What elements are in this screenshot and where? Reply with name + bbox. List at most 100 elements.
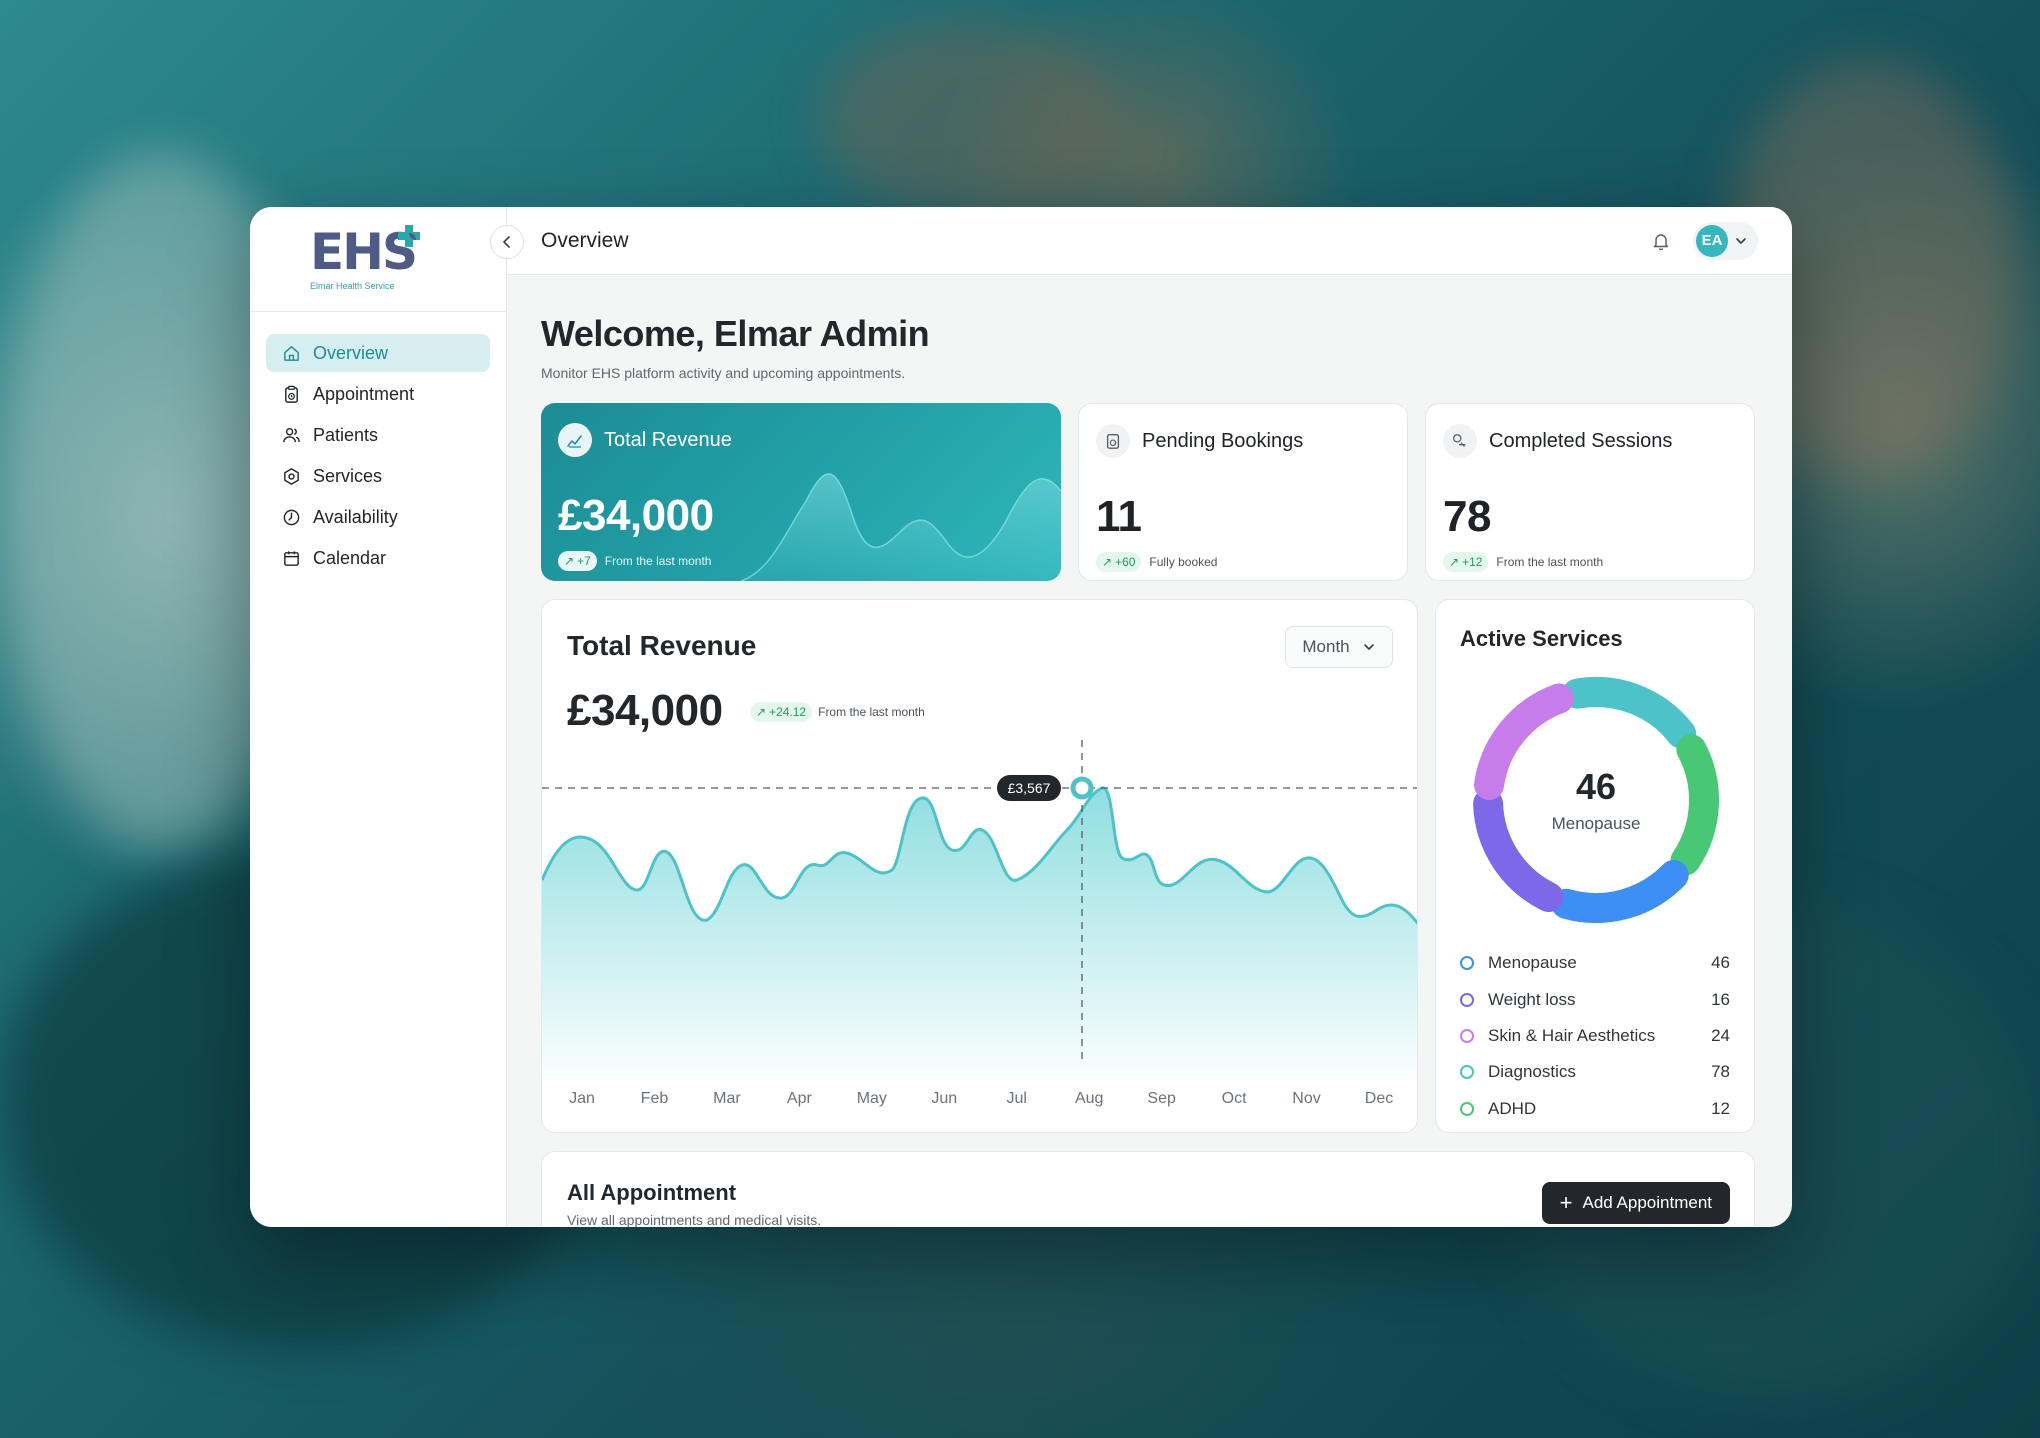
- x-tick-label: Mar: [713, 1090, 741, 1107]
- legend-row[interactable]: Weight loss 16: [1460, 981, 1730, 1017]
- arrow-up-right-icon: ↗: [1449, 555, 1460, 569]
- users-icon: [283, 427, 300, 442]
- page-title: Overview: [541, 228, 629, 252]
- legend-dot: [1460, 992, 1474, 1007]
- revenue-note: From the last month: [818, 705, 925, 719]
- services-title: Active Services: [1460, 626, 1623, 651]
- stat-value: 11: [1096, 492, 1142, 541]
- donut-value: 46: [1575, 766, 1617, 807]
- legend-name: Weight loss: [1488, 989, 1576, 1009]
- ehs-logo[interactable]: EHS Elmar Health Service: [308, 221, 428, 297]
- bell-icon[interactable]: [1651, 231, 1671, 251]
- clipboard-icon: [1096, 424, 1130, 458]
- stat-title: Completed Sessions: [1489, 429, 1673, 452]
- clock-icon: [283, 509, 300, 525]
- legend-value: 78: [1711, 1062, 1730, 1082]
- chevron-down-icon: [1736, 237, 1746, 244]
- session-icon: [1443, 424, 1477, 458]
- charts-row: Total Revenue £34,000 ↗ +24.12 From the l…: [541, 599, 1758, 1133]
- x-tick-label: Oct: [1221, 1090, 1247, 1107]
- sidebar-item-patients[interactable]: Patients: [266, 416, 490, 454]
- badge-value: +60: [1115, 555, 1136, 569]
- legend-dot: [1460, 1065, 1474, 1080]
- x-tick-label: Sep: [1147, 1090, 1176, 1107]
- sidebar-item-appointment[interactable]: Appointment: [266, 375, 490, 413]
- area-fill: [542, 787, 1417, 1080]
- sidebar-item-label: Services: [313, 465, 383, 486]
- donut-center: 46 Menopause: [1466, 670, 1726, 930]
- sidebar: EHS Elmar Health Service Overview Appoin…: [250, 207, 524, 1227]
- revenue-value: £34,000: [567, 686, 723, 735]
- stat-card-completed-sessions[interactable]: Completed Sessions 78 ↗ +12 From the last…: [1425, 403, 1755, 581]
- hexagon-icon: [284, 467, 299, 485]
- chevron-down-icon: [1363, 644, 1374, 650]
- chart-icon: [558, 423, 592, 457]
- legend-row[interactable]: Menopause 46: [1460, 945, 1730, 981]
- tooltip-text: £3,567: [1008, 780, 1051, 796]
- sidebar-item-availability[interactable]: Availability: [266, 498, 490, 536]
- stat-note: From the last month: [604, 554, 712, 568]
- user-menu[interactable]: EA: [1693, 221, 1758, 260]
- content: Welcome, Elmar Admin Monitor EHS platfor…: [507, 275, 1792, 1227]
- x-tick-label: Dec: [1364, 1090, 1394, 1107]
- legend-dot: [1460, 1101, 1474, 1116]
- stat-value: 78: [1443, 492, 1491, 541]
- trend-badge: ↗ +60: [1096, 552, 1142, 572]
- medical-cross-icon: [398, 225, 420, 247]
- collapse-sidebar-button[interactable]: [490, 225, 524, 259]
- topbar: Overview EA: [507, 207, 1792, 275]
- x-tick-label: Jan: [569, 1090, 595, 1107]
- legend-row[interactable]: Diagnostics 78: [1460, 1054, 1730, 1090]
- appointments-card: All Appointment View all appointments an…: [541, 1151, 1755, 1227]
- period-select[interactable]: Month: [1285, 626, 1393, 668]
- x-tick-label: Jun: [931, 1090, 958, 1107]
- x-axis: Jan Feb Mar Apr May Jun Jul Aug Sep Oct Nov Dec: [542, 1090, 1417, 1110]
- clipboard-icon: [285, 385, 298, 403]
- arrow-up-right-icon: ↗: [756, 705, 767, 719]
- trend-badge: ↗ +7: [558, 551, 597, 571]
- stat-card-pending-bookings[interactable]: Pending Bookings 11 ↗ +60 Fully booked: [1078, 403, 1408, 581]
- revenue-sparkline: [741, 473, 1061, 581]
- plus-icon: +: [1559, 1190, 1573, 1215]
- stat-title: Total Revenue: [604, 428, 732, 451]
- legend-name: Skin & Hair Aesthetics: [1488, 1025, 1656, 1045]
- stats-row: Total Revenue £34,000 ↗ +7 From the last …: [541, 403, 1758, 581]
- trend-badge: ↗ +12: [1443, 552, 1489, 572]
- donut-label: Menopause: [1551, 814, 1641, 833]
- app-window: EHS Elmar Health Service Overview Appoin…: [250, 207, 1792, 1227]
- sidebar-item-services[interactable]: Services: [266, 457, 490, 495]
- chevron-left-icon: [503, 236, 510, 248]
- stat-note: Fully booked: [1149, 555, 1218, 569]
- appointments-subtitle: View all appointments and medical visits…: [567, 1212, 822, 1227]
- legend-row[interactable]: ADHD 12: [1460, 1091, 1730, 1127]
- sidebar-item-overview[interactable]: Overview: [266, 334, 490, 372]
- legend-dot: [1460, 956, 1474, 971]
- revenue-chart-card: Total Revenue £34,000 ↗ +24.12 From the l…: [541, 599, 1418, 1133]
- legend-name: Menopause: [1488, 953, 1577, 973]
- legend-value: 16: [1711, 989, 1730, 1009]
- sidebar-nav: Overview Appointment Patients Services A…: [250, 312, 506, 602]
- sidebar-item-label: Overview: [313, 342, 389, 363]
- x-tick-label: May: [856, 1090, 887, 1107]
- add-appointment-button[interactable]: + Add Appointment: [1541, 1182, 1730, 1224]
- main-area: Overview EA Welcome, Elmar Admin Monitor…: [507, 207, 1792, 1227]
- revenue-area-chart[interactable]: £3,567: [542, 740, 1418, 1080]
- highlight-point[interactable]: [1070, 776, 1094, 800]
- x-tick-label: Aug: [1074, 1090, 1104, 1107]
- home-icon: [284, 345, 299, 361]
- avatar: EA: [1696, 224, 1728, 257]
- sidebar-item-label: Patients: [313, 424, 379, 445]
- legend-row[interactable]: Skin & Hair Aesthetics 24: [1460, 1018, 1730, 1054]
- logo-area: EHS Elmar Health Service: [250, 207, 524, 312]
- legend-name: ADHD: [1488, 1098, 1537, 1118]
- badge-value: +7: [577, 554, 591, 568]
- legend-dot: [1460, 1028, 1474, 1043]
- stat-note: From the last month: [1496, 555, 1604, 569]
- stat-card-total-revenue[interactable]: Total Revenue £34,000 ↗ +7 From the last …: [541, 403, 1061, 581]
- sidebar-item-label: Calendar: [313, 547, 387, 568]
- x-tick-label: Jul: [1006, 1090, 1027, 1107]
- calendar-icon: [284, 550, 299, 566]
- sidebar-item-calendar[interactable]: Calendar: [266, 539, 490, 577]
- sidebar-item-label: Availability: [313, 506, 398, 527]
- period-value: Month: [1302, 637, 1350, 656]
